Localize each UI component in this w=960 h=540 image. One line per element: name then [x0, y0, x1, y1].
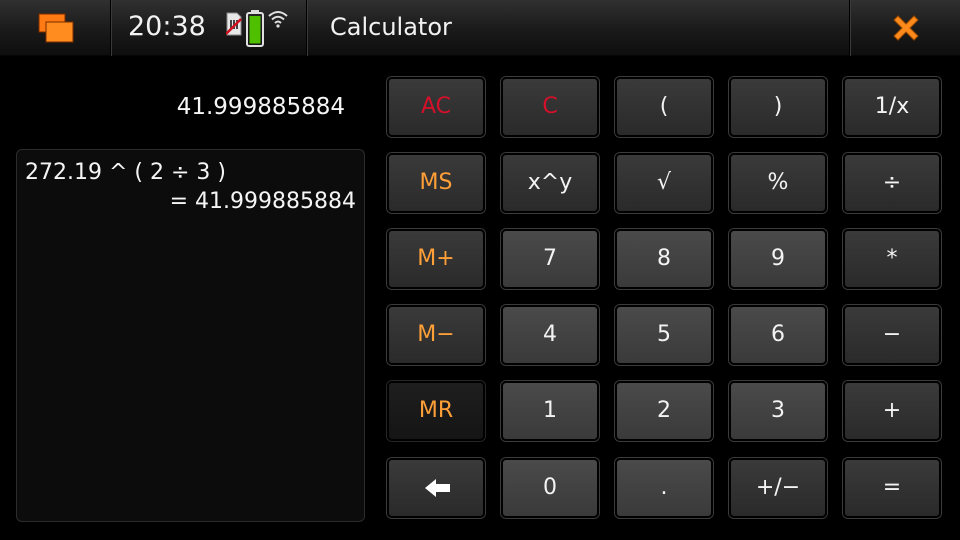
open-paren-button[interactable]: (	[615, 77, 713, 137]
memory-recall-button[interactable]: MR	[387, 381, 485, 441]
square-root-button[interactable]: √	[615, 153, 713, 213]
multiply-button[interactable]: *	[843, 229, 941, 289]
digit-8-button[interactable]: 8	[615, 229, 713, 289]
backspace-button[interactable]	[387, 458, 485, 518]
sign-toggle-button[interactable]: +/−	[729, 458, 827, 518]
percent-button[interactable]: %	[729, 153, 827, 213]
close-icon	[893, 15, 919, 41]
reciprocal-button[interactable]: 1/x	[843, 77, 941, 137]
close-paren-button[interactable]: )	[729, 77, 827, 137]
tape-expression: 272.19 ^ ( 2 ÷ 3 )	[25, 160, 226, 185]
decimal-point-button[interactable]: .	[615, 458, 713, 518]
digit-0-button[interactable]: 0	[501, 458, 599, 518]
clock[interactable]: 20:38	[128, 10, 206, 44]
status-indicators[interactable]	[224, 9, 290, 49]
digit-9-button[interactable]: 9	[729, 229, 827, 289]
power-button[interactable]: x^y	[501, 153, 599, 213]
digit-4-button[interactable]: 4	[501, 305, 599, 365]
memory-subtract-button[interactable]: M−	[387, 305, 485, 365]
memory-store-button[interactable]: MS	[387, 153, 485, 213]
memory-add-button[interactable]: M+	[387, 229, 485, 289]
digit-7-button[interactable]: 7	[501, 229, 599, 289]
equals-button[interactable]: =	[843, 458, 941, 518]
close-button[interactable]	[850, 0, 960, 56]
wifi-icon	[268, 11, 288, 28]
digit-6-button[interactable]: 6	[729, 305, 827, 365]
battery-icon	[246, 10, 264, 47]
clear-button[interactable]: C	[501, 77, 599, 137]
sim-card-icon	[226, 12, 242, 36]
tape-result: = 41.999885884	[169, 189, 356, 214]
result-display: 41.999885884	[176, 94, 345, 120]
digit-2-button[interactable]: 2	[615, 381, 713, 441]
add-button[interactable]: +	[843, 381, 941, 441]
backspace-arrow-icon	[425, 479, 450, 497]
divide-button[interactable]: ÷	[843, 153, 941, 213]
digit-3-button[interactable]: 3	[729, 381, 827, 441]
app-title: Calculator	[330, 13, 452, 41]
digit-5-button[interactable]: 5	[615, 305, 713, 365]
calculation-tape[interactable]: 272.19 ^ ( 2 ÷ 3 ) = 41.999885884	[16, 149, 365, 522]
status-bar: 20:38 Calculator	[0, 0, 960, 56]
task-switcher-icon	[38, 13, 74, 43]
digit-1-button[interactable]: 1	[501, 381, 599, 441]
all-clear-button[interactable]: AC	[387, 77, 485, 137]
subtract-button[interactable]: −	[843, 305, 941, 365]
task-switcher-button[interactable]	[0, 0, 110, 56]
